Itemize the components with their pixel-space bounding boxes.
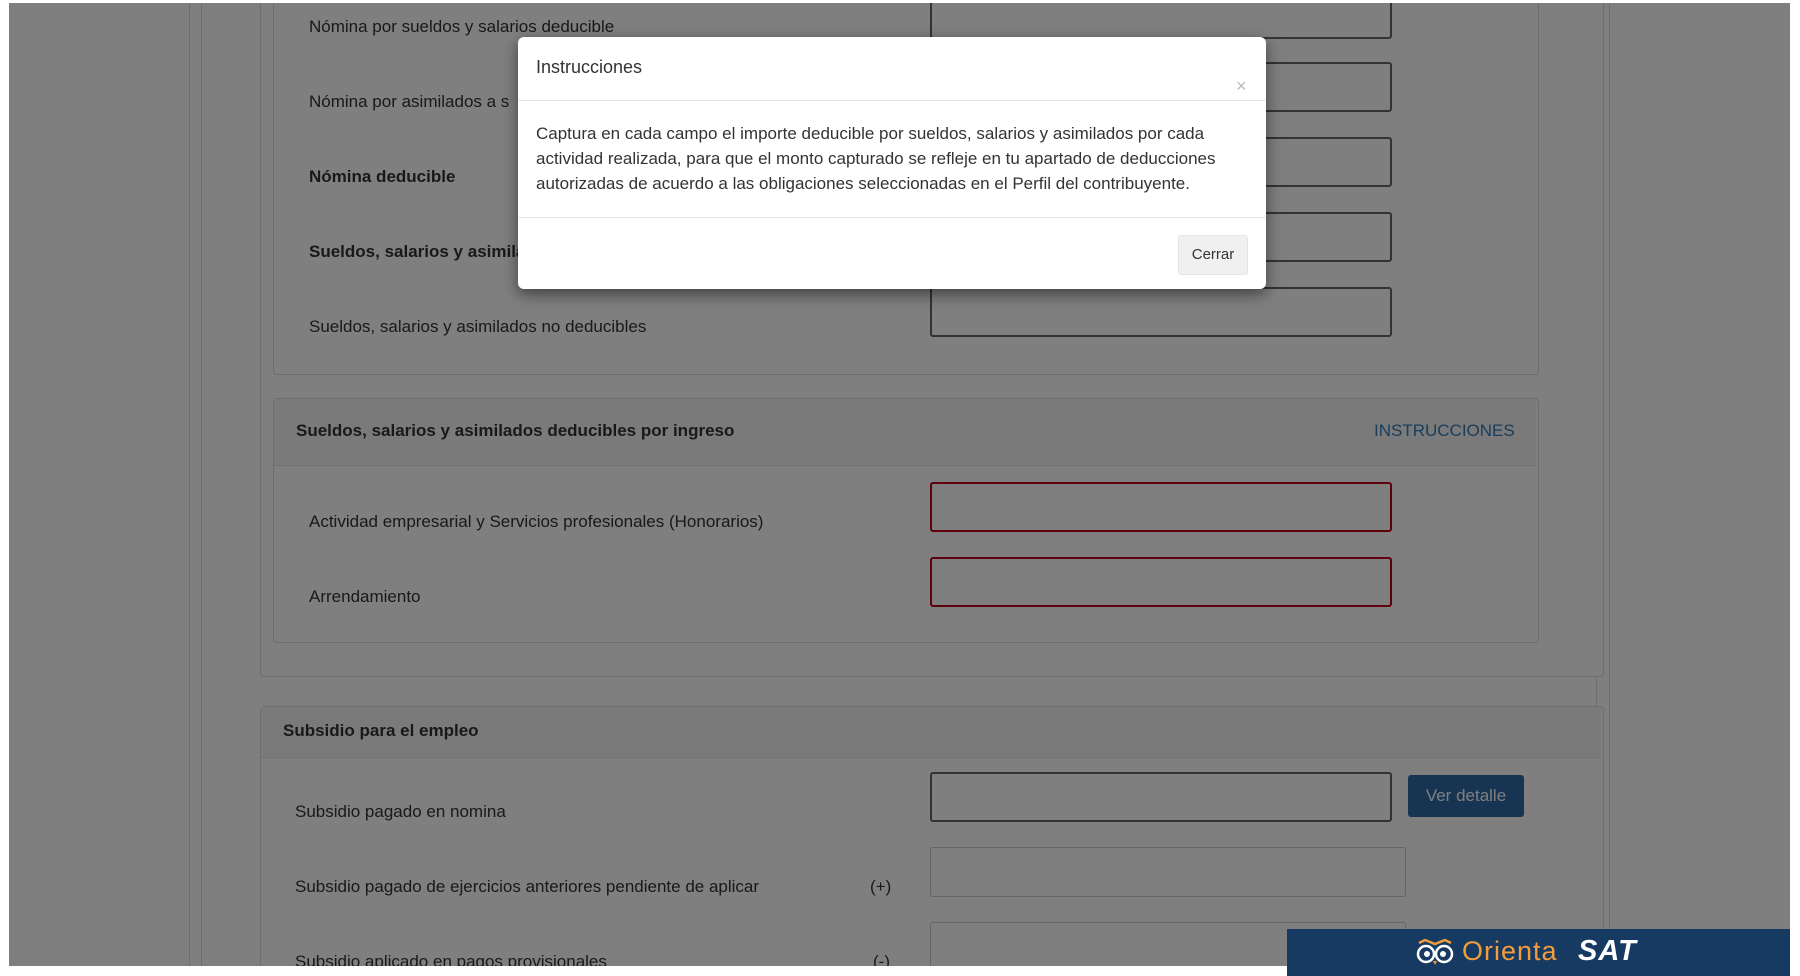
cerrar-button[interactable]: Cerrar (1178, 235, 1248, 275)
instrucciones-modal: Instrucciones × Captura en cada campo el… (518, 37, 1266, 289)
screen-frame-left (0, 0, 9, 976)
modal-footer-divider (518, 217, 1266, 218)
orientasat-banner: Orienta SAT (1287, 929, 1790, 976)
screen-frame-right (1790, 0, 1800, 976)
modal-body-text: Captura en cada campo el importe deducib… (536, 124, 1216, 193)
app-viewport: Nómina por sueldos y salarios deducible … (9, 3, 1790, 966)
page: Nómina por sueldos y salarios deducible … (0, 0, 1800, 976)
brand-name-orienta: Orienta (1462, 936, 1558, 966)
brand-name-sat: SAT (1578, 935, 1637, 967)
close-icon[interactable]: × (1236, 77, 1247, 95)
modal-header: Instrucciones × (518, 37, 1266, 101)
modal-title: Instrucciones (536, 57, 643, 77)
owl-logo-icon (1416, 939, 1454, 965)
